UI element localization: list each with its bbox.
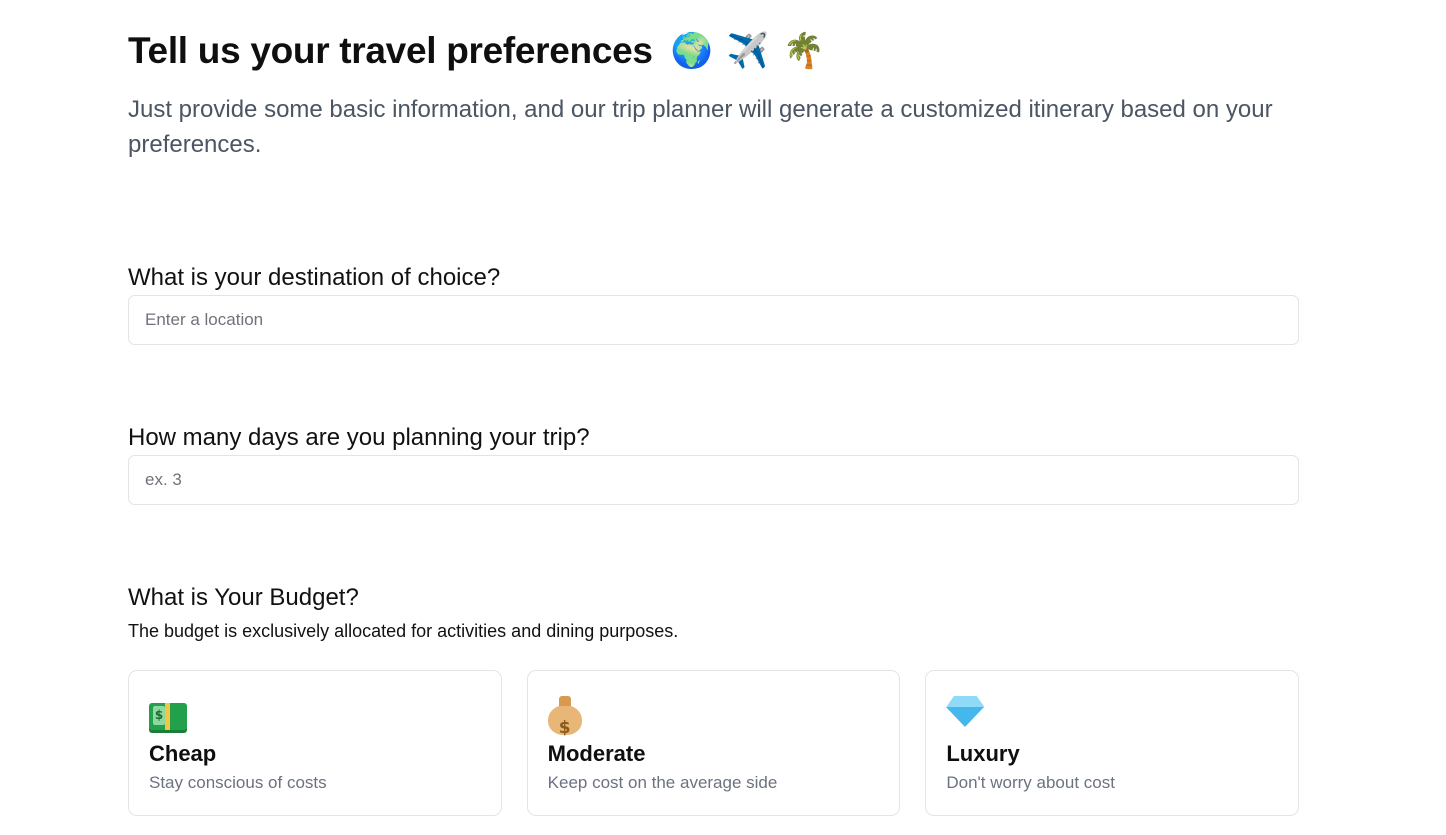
gem-icon	[946, 697, 1278, 737]
page-subtitle: Just provide some basic information, and…	[128, 96, 1273, 158]
globe-icon: 🌍	[670, 32, 713, 70]
page-title-row: Tell us your travel preferences 🌍 ✈️ 🌴	[128, 30, 825, 72]
money-bag-icon	[547, 696, 880, 747]
page: Tell us your travel preferences 🌍 ✈️ 🌴 J…	[0, 0, 1446, 835]
budget-option-title: Cheap	[149, 741, 217, 766]
days-input[interactable]	[128, 455, 1299, 505]
budget-description: The budget is exclusively allocated for …	[128, 621, 679, 641]
budget-option-moderate[interactable]: Moderate Keep cost on the average side	[526, 670, 901, 816]
budget-option-description: Keep cost on the average side	[547, 773, 778, 792]
airplane-icon: ✈️	[726, 32, 769, 70]
budget-option-description: Don't worry about cost	[946, 773, 1115, 792]
budget-option-cheap[interactable]: Cheap Stay conscious of costs	[128, 670, 502, 816]
budget-option-description: Stay conscious of costs	[149, 773, 327, 792]
days-label: How many days are you planning your trip…	[128, 424, 590, 451]
budget-option-title: Luxury	[946, 741, 1020, 766]
budget-options: Cheap Stay conscious of costs Moderate K…	[128, 670, 1300, 816]
destination-label: What is your destination of choice?	[128, 264, 501, 291]
palm-tree-icon: 🌴	[782, 32, 825, 70]
banknote-icon	[149, 697, 481, 737]
title-icons: 🌍 ✈️ 🌴	[671, 34, 825, 68]
budget-option-luxury[interactable]: Luxury Don't worry about cost	[925, 670, 1300, 816]
destination-input[interactable]	[128, 295, 1299, 345]
budget-option-title: Moderate	[547, 741, 646, 766]
budget-label: What is Your Budget?	[128, 584, 359, 611]
page-title: Tell us your travel preferences	[128, 30, 653, 71]
